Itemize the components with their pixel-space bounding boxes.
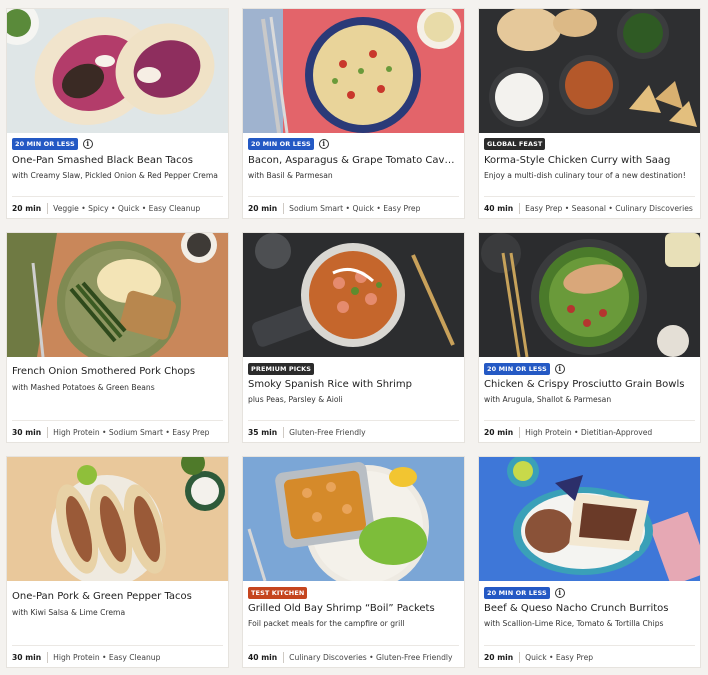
recipe-card[interactable]: 20 MIN OR LESS i One-Pan Smashed Black B…	[7, 9, 228, 218]
recipe-badge: 20 MIN OR LESS	[484, 363, 550, 375]
recipe-subtitle: Enjoy a multi-dish culinary tour of a ne…	[484, 171, 686, 180]
recipe-image[interactable]	[243, 457, 464, 581]
recipe-tags: Culinary Discoveries • Gluten-Free Frien…	[289, 652, 453, 662]
recipe-image[interactable]	[7, 9, 228, 133]
recipe-badge: PREMIUM PICKS	[248, 363, 315, 375]
divider	[519, 202, 521, 214]
divider	[283, 426, 285, 438]
recipe-title[interactable]: One-Pan Smashed Black Bean Tacos	[12, 154, 222, 167]
recipe-image[interactable]	[7, 233, 228, 357]
info-icon[interactable]: i	[82, 139, 93, 149]
recipe-subtitle: with Arugula, Shallot & Parmesan	[484, 395, 612, 404]
recipe-card[interactable]: One-Pan Pork & Green Pepper Tacos with K…	[7, 457, 228, 667]
recipe-subtitle: Foil packet meals for the campfire or gr…	[248, 619, 405, 628]
recipe-footer: 20 min Sodium Smart • Quick • Easy Prep	[248, 196, 459, 218]
recipe-card[interactable]: TEST KITCHEN Grilled Old Bay Shrimp “Boi…	[243, 457, 464, 667]
recipe-subtitle: with Basil & Parmesan	[248, 171, 333, 180]
recipe-badge: TEST KITCHEN	[248, 587, 308, 599]
divider	[519, 426, 521, 438]
recipe-title[interactable]: Grilled Old Bay Shrimp “Boil” Packets	[248, 602, 458, 615]
recipe-footer: 30 min High Protein • Easy Cleanup	[12, 645, 223, 667]
badge-row: 20 MIN OR LESS i	[248, 138, 329, 150]
cook-time: 20 min	[248, 203, 278, 213]
recipe-card[interactable]: 20 MIN OR LESS i Beef & Queso Nacho Crun…	[479, 457, 700, 667]
divider	[283, 651, 285, 663]
cook-time: 20 min	[484, 652, 514, 662]
recipe-badge: GLOBAL FEAST	[484, 138, 546, 150]
recipe-image[interactable]	[7, 457, 228, 581]
recipe-title[interactable]: Chicken & Crispy Prosciutto Grain Bowls	[484, 378, 694, 391]
badge-row: GLOBAL FEAST	[484, 138, 546, 150]
info-icon[interactable]: i	[554, 588, 565, 598]
recipe-tags: Easy Prep • Seasonal • Culinary Discover…	[525, 203, 693, 213]
badge-row: 20 MIN OR LESS i	[484, 587, 565, 599]
recipe-footer: 30 min High Protein • Sodium Smart • Eas…	[12, 420, 223, 442]
badge-row: 20 MIN OR LESS i	[484, 363, 565, 375]
badge-row: 20 MIN OR LESS i	[12, 138, 93, 150]
recipe-card[interactable]: 20 MIN OR LESS i Bacon, Asparagus & Grap…	[243, 9, 464, 218]
recipe-subtitle: with Mashed Potatoes & Green Beans	[12, 383, 155, 392]
recipe-card[interactable]: PREMIUM PICKS Smoky Spanish Rice with Sh…	[243, 233, 464, 442]
recipe-image[interactable]	[479, 457, 700, 581]
recipe-tags: High Protein • Sodium Smart • Easy Prep	[53, 427, 210, 437]
recipe-title[interactable]: One-Pan Pork & Green Pepper Tacos	[12, 590, 222, 603]
cook-time: 20 min	[484, 427, 514, 437]
divider	[283, 202, 285, 214]
cook-time: 20 min	[12, 203, 42, 213]
divider	[47, 426, 49, 438]
recipe-title[interactable]: Beef & Queso Nacho Crunch Burritos	[484, 602, 694, 615]
divider	[47, 202, 49, 214]
recipe-subtitle: with Scallion-Lime Rice, Tomato & Tortil…	[484, 619, 664, 628]
badge-row: TEST KITCHEN	[248, 587, 308, 599]
recipe-grid: 20 MIN OR LESS i One-Pan Smashed Black B…	[0, 0, 708, 675]
recipe-tags: Gluten-Free Friendly	[289, 427, 366, 437]
recipe-card[interactable]: GLOBAL FEAST Korma-Style Chicken Curry w…	[479, 9, 700, 218]
divider	[519, 651, 521, 663]
recipe-subtitle: with Kiwi Salsa & Lime Crema	[12, 608, 126, 617]
cook-time: 40 min	[484, 203, 514, 213]
recipe-card[interactable]: French Onion Smothered Pork Chops with M…	[7, 233, 228, 442]
recipe-subtitle: with Creamy Slaw, Pickled Onion & Red Pe…	[12, 171, 218, 180]
recipe-badge: 20 MIN OR LESS	[248, 138, 314, 150]
recipe-footer: 40 min Culinary Discoveries • Gluten-Fre…	[248, 645, 459, 667]
recipe-footer: 20 min Veggie • Spicy • Quick • Easy Cle…	[12, 196, 223, 218]
recipe-image[interactable]	[479, 233, 700, 357]
recipe-image[interactable]	[479, 9, 700, 133]
recipe-badge: 20 MIN OR LESS	[12, 138, 78, 150]
recipe-tags: High Protein • Dietitian-Approved	[525, 427, 653, 437]
recipe-subtitle: plus Peas, Parsley & Aioli	[248, 395, 343, 404]
recipe-title[interactable]: Korma-Style Chicken Curry with Saag	[484, 154, 694, 167]
recipe-badge: 20 MIN OR LESS	[484, 587, 550, 599]
recipe-title[interactable]: French Onion Smothered Pork Chops	[12, 365, 222, 378]
info-icon[interactable]: i	[318, 139, 329, 149]
recipe-footer: 35 min Gluten-Free Friendly	[248, 420, 459, 442]
recipe-tags: High Protein • Easy Cleanup	[53, 652, 161, 662]
info-icon[interactable]: i	[554, 364, 565, 374]
recipe-footer: 40 min Easy Prep • Seasonal • Culinary D…	[484, 196, 695, 218]
cook-time: 30 min	[12, 652, 42, 662]
recipe-tags: Quick • Easy Prep	[525, 652, 594, 662]
recipe-title[interactable]: Bacon, Asparagus & Grape Tomato Cavatapp…	[248, 154, 458, 167]
recipe-footer: 20 min Quick • Easy Prep	[484, 645, 695, 667]
recipe-tags: Veggie • Spicy • Quick • Easy Cleanup	[53, 203, 201, 213]
cook-time: 35 min	[248, 427, 278, 437]
cook-time: 30 min	[12, 427, 42, 437]
recipe-image[interactable]	[243, 9, 464, 133]
divider	[47, 651, 49, 663]
recipe-title[interactable]: Smoky Spanish Rice with Shrimp	[248, 378, 458, 391]
badge-row: PREMIUM PICKS	[248, 363, 315, 375]
cook-time: 40 min	[248, 652, 278, 662]
recipe-card[interactable]: 20 MIN OR LESS i Chicken & Crispy Prosci…	[479, 233, 700, 442]
recipe-footer: 20 min High Protein • Dietitian-Approved	[484, 420, 695, 442]
recipe-image[interactable]	[243, 233, 464, 357]
recipe-tags: Sodium Smart • Quick • Easy Prep	[289, 203, 421, 213]
